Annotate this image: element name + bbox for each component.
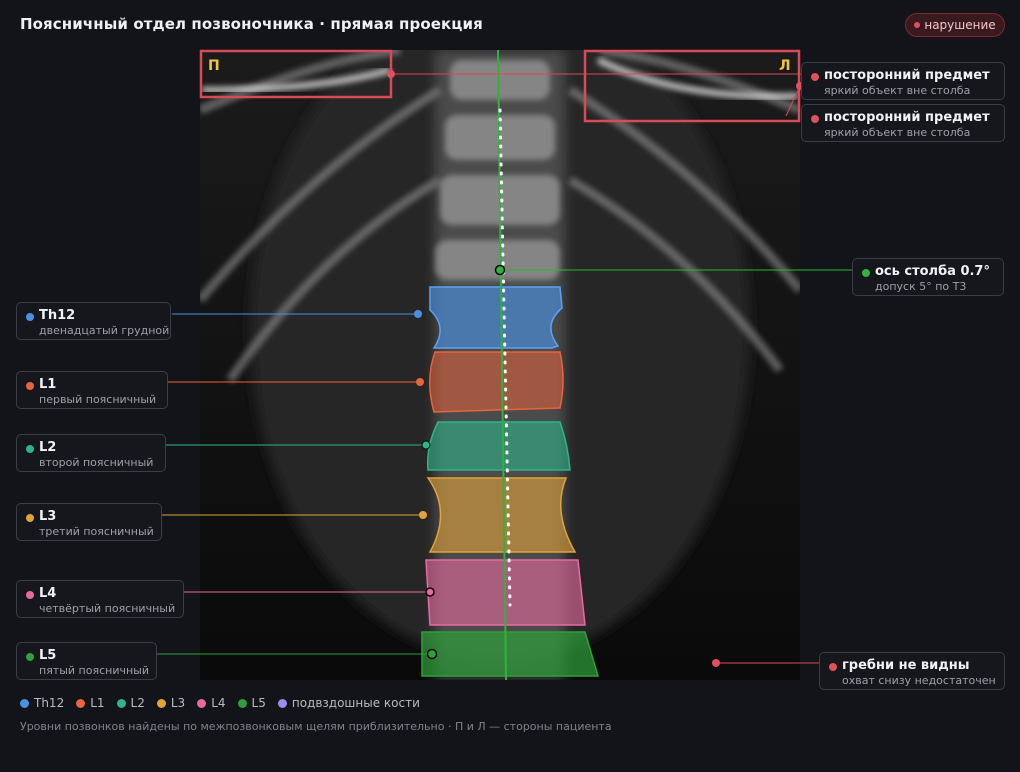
finding-spine-axis[interactable]: ось столба 0.7° допуск 5° по Т3 [852, 258, 1004, 296]
legend-item[interactable]: подвздошные кости [277, 696, 420, 710]
side-tag-left: Л [779, 58, 791, 74]
iliac-swatch-icon [277, 698, 287, 708]
l2-dot-icon [26, 445, 34, 453]
vertebra-desc: пятый поясничный [39, 664, 149, 677]
l2-swatch-icon [116, 698, 126, 708]
xray-image[interactable] [200, 50, 800, 680]
finding-title: посторонний предмет [824, 68, 990, 83]
legend-item[interactable]: L2 [116, 696, 145, 710]
l1-dot-icon [26, 382, 34, 390]
l5-dot-icon [26, 653, 34, 661]
status-badge: нарушение [905, 13, 1005, 37]
finding-desc: допуск 5° по Т3 [875, 280, 967, 293]
alert-dot-icon [811, 115, 819, 123]
legend-item[interactable]: L5 [237, 696, 266, 710]
vertebra-name: L1 [39, 377, 57, 392]
th12-dot-icon [26, 313, 34, 321]
l4-dot-icon [26, 591, 34, 599]
page-title: Поясничный отдел позвоночника · прямая п… [20, 15, 483, 33]
legend: Th12 L1 L2 L3 L4 L5 подвздошные кости [20, 696, 420, 710]
legend-item[interactable]: L3 [156, 696, 186, 710]
vertebra-callout-l4[interactable]: L4 четвёртый поясничный [16, 580, 184, 618]
legend-label: Th12 [34, 696, 65, 710]
vertebra-desc: двенадцатый грудной [39, 324, 170, 337]
alert-dot-icon [829, 663, 837, 671]
legend-item[interactable]: L1 [76, 696, 105, 710]
vertebra-callout-l1[interactable]: L1 первый поясничный [16, 371, 168, 409]
legend-label: L2 [130, 696, 145, 710]
finding-desc: яркий объект вне столба [824, 126, 971, 139]
legend-label: L1 [90, 696, 105, 710]
vertebra-desc: третий поясничный [39, 525, 154, 538]
finding-desc: яркий объект вне столба [824, 84, 971, 97]
l3-swatch-icon [156, 698, 166, 708]
vertebra-callout-l5[interactable]: L5 пятый поясничный [16, 642, 157, 680]
finding-desc: охват снизу недостаточен [842, 674, 996, 687]
th12-swatch-icon [20, 698, 29, 708]
vertebra-name: L4 [39, 586, 57, 601]
status-badge-label: нарушение [924, 18, 996, 32]
footnote: Уровни позвонков найдены по межпозвонков… [20, 720, 612, 733]
alert-dot-icon [914, 22, 921, 28]
l4-swatch-icon [197, 698, 207, 708]
legend-item[interactable]: Th12 [20, 696, 64, 710]
vertebra-name: L3 [39, 509, 57, 524]
legend-item[interactable]: L4 [197, 696, 226, 710]
l3-dot-icon [26, 514, 34, 522]
alert-dot-icon [811, 73, 819, 81]
vertebra-name: L5 [39, 648, 57, 663]
vertebra-callout-l3[interactable]: L3 третий поясничный [16, 503, 162, 541]
legend-label: L4 [211, 696, 226, 710]
vertebra-desc: четвёртый поясничный [39, 602, 176, 615]
ok-dot-icon [862, 269, 870, 277]
legend-label: подвздошные кости [291, 696, 420, 710]
l1-swatch-icon [76, 698, 86, 708]
legend-label: L5 [251, 696, 266, 710]
vertebra-name: L2 [39, 440, 57, 455]
finding-foreign-object-1[interactable]: посторонний предмет яркий объект вне сто… [801, 62, 1005, 100]
finding-title: гребни не видны [842, 658, 970, 673]
legend-label: L3 [170, 696, 186, 710]
vertebra-desc: первый поясничный [39, 393, 157, 406]
vertebra-desc: второй поясничный [39, 456, 154, 469]
finding-iliac-crests[interactable]: гребни не видны охват снизу недостаточен [819, 652, 1005, 690]
finding-foreign-object-2[interactable]: посторонний предмет яркий объект вне сто… [801, 104, 1005, 142]
vertebra-name: Th12 [39, 308, 76, 323]
l5-swatch-icon [237, 698, 247, 708]
vertebra-callout-l2[interactable]: L2 второй поясничный [16, 434, 166, 472]
vertebra-callout-th12[interactable]: Th12 двенадцатый грудной [16, 302, 171, 340]
finding-title: ось столба 0.7° [875, 264, 990, 279]
side-tag-right: П [208, 58, 220, 74]
finding-title: посторонний предмет [824, 110, 990, 125]
